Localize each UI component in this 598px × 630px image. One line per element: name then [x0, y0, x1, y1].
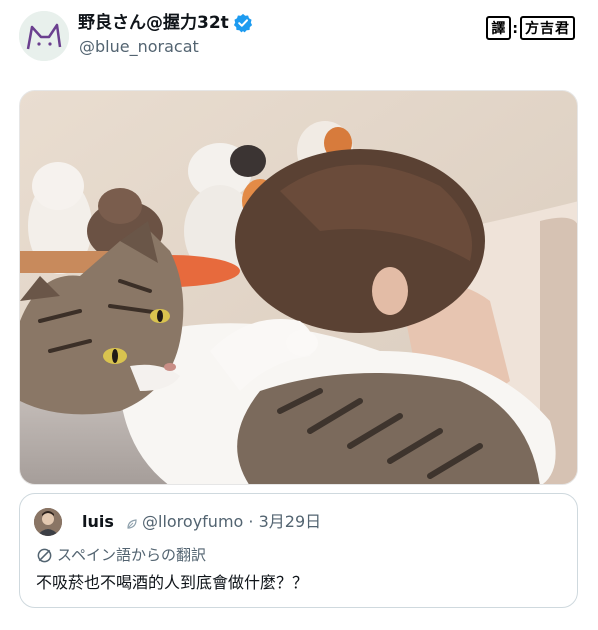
quoted-tweet-text: 不吸菸也不喝酒的人到底會做什麼？？	[36, 573, 309, 592]
translator-label: 譯	[486, 16, 512, 40]
author-name-text: 野良さん@握力32t	[78, 13, 229, 33]
author-handle[interactable]: @blue_noracat	[79, 37, 199, 57]
translator-name: 方吉君	[520, 16, 575, 40]
translate-icon	[37, 548, 52, 562]
translator-separator: :	[512, 21, 519, 37]
tweet: 野良さん@握力32t @blue_noracat 譯: 方吉君 luis @ll…	[0, 0, 598, 630]
verified-badge-icon	[233, 13, 252, 33]
quoted-date[interactable]: 3月29日	[259, 512, 322, 531]
quoted-meta: @lloroyfumo · 3月29日	[142, 512, 321, 532]
quoted-author-name[interactable]: luis	[82, 512, 114, 532]
quoted-author-handle[interactable]: @lloroyfumo	[142, 512, 243, 531]
leaf-icon	[127, 519, 137, 529]
translation-note-text: スペイン語からの翻訳	[57, 546, 206, 564]
tweet-photo[interactable]	[19, 90, 578, 485]
cat-and-person-photo	[20, 91, 577, 484]
translator-credit: 譯: 方吉君	[485, 16, 576, 40]
cat-face-avatar-icon	[19, 11, 69, 61]
author-display-name[interactable]: 野良さん@握力32t	[78, 12, 253, 34]
quoted-author-avatar[interactable]	[34, 508, 62, 536]
user-avatar-icon	[34, 508, 62, 536]
translation-note: スペイン語からの翻訳	[36, 545, 206, 565]
meta-separator: ·	[248, 512, 254, 531]
quoted-tweet[interactable]: luis @lloroyfumo · 3月29日 スペイン語からの翻訳 不吸菸也…	[19, 493, 578, 608]
author-avatar[interactable]	[19, 11, 69, 61]
